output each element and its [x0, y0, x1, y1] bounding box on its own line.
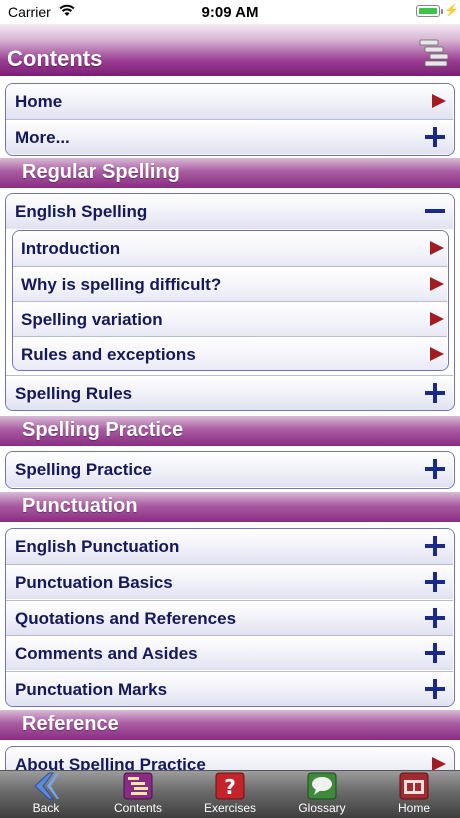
subrow-introduction[interactable]: Introduction	[13, 231, 447, 266]
arrow-right-icon	[432, 94, 446, 108]
plus-icon	[425, 679, 445, 699]
row-label: Punctuation Basics	[15, 573, 173, 592]
nav-header: Contents	[0, 24, 460, 76]
row-comments-asides[interactable]: Comments and Asides	[6, 635, 453, 670]
tab-back[interactable]: Back	[0, 771, 92, 818]
subrow-label: Spelling variation	[21, 310, 163, 329]
minus-icon	[425, 209, 445, 213]
plus-icon	[425, 383, 445, 403]
tab-label: Back	[32, 801, 60, 815]
charging-icon: ⚡	[444, 3, 459, 17]
subrow-why-difficult[interactable]: Why is spelling difficult?	[13, 266, 447, 301]
spelling-practice-group: Spelling Practice	[5, 451, 455, 489]
row-label: Quotations and References	[15, 609, 237, 628]
back-arrow-icon	[34, 772, 59, 800]
subrow-label: Introduction	[21, 239, 121, 258]
tab-label: Home	[397, 801, 430, 815]
english-spelling-subgroup: Introduction Why is spelling difficult? …	[12, 230, 449, 371]
tab-contents[interactable]: Contents	[92, 771, 184, 818]
row-quotations-references[interactable]: Quotations and References	[6, 600, 453, 635]
subrow-label: Why is spelling difficult?	[21, 275, 222, 294]
home-icon	[399, 772, 429, 800]
subrow-spelling-variation[interactable]: Spelling variation	[13, 301, 447, 336]
plus-icon	[425, 536, 445, 556]
section-title: Regular Spelling	[22, 161, 180, 183]
plus-icon	[425, 459, 445, 479]
subrow-label: Rules and exceptions	[21, 345, 196, 364]
section-header-punctuation: Punctuation	[0, 492, 460, 522]
glossary-icon	[307, 772, 337, 800]
row-label: Spelling Rules	[15, 384, 133, 403]
contents-icon	[123, 772, 153, 800]
page-title: Contents	[7, 46, 103, 71]
plus-icon	[425, 608, 445, 628]
arrow-right-icon	[430, 277, 444, 291]
plus-icon	[425, 127, 445, 147]
reference-group: About Spelling Practice	[5, 746, 455, 770]
arrow-right-icon	[430, 347, 444, 361]
menu-stack-icon[interactable]	[418, 38, 454, 72]
section-title: Punctuation	[22, 495, 138, 517]
row-label: Home	[15, 92, 63, 111]
row-label: About Spelling Practice	[15, 755, 206, 770]
plus-icon	[425, 572, 445, 592]
battery-tip	[441, 9, 443, 14]
status-bar: Carrier 9:09 AM ⚡	[0, 0, 460, 24]
svg-text:?: ?	[224, 775, 236, 799]
tab-exercises[interactable]: ? Exercises	[184, 771, 276, 818]
row-spelling-rules[interactable]: Spelling Rules	[6, 375, 453, 410]
tab-bar: Back Contents ? Exercises Glossary Home	[0, 770, 460, 818]
row-punctuation-basics[interactable]: Punctuation Basics	[6, 564, 453, 599]
section-title: Reference	[22, 713, 119, 735]
tab-glossary[interactable]: Glossary	[276, 771, 368, 818]
question-icon: ?	[215, 772, 245, 800]
row-punctuation-marks[interactable]: Punctuation Marks	[6, 671, 453, 706]
row-english-spelling[interactable]: English Spelling	[6, 194, 453, 229]
row-label: English Spelling	[15, 202, 148, 221]
battery-icon	[416, 5, 440, 17]
row-home[interactable]: Home	[6, 84, 453, 119]
section-header-reference: Reference	[0, 710, 460, 740]
row-spelling-practice[interactable]: Spelling Practice	[6, 452, 453, 487]
row-label: English Punctuation	[15, 537, 180, 556]
section-header-regular-spelling: Regular Spelling	[0, 158, 460, 188]
row-label: Comments and Asides	[15, 644, 198, 663]
punctuation-group: English Punctuation Punctuation Basics Q…	[5, 528, 455, 707]
arrow-right-icon	[432, 757, 446, 770]
row-about-spelling-practice[interactable]: About Spelling Practice	[6, 747, 453, 770]
tab-label: Glossary	[298, 801, 346, 815]
arrow-right-icon	[430, 312, 444, 326]
section-header-spelling-practice: Spelling Practice	[0, 416, 460, 446]
row-label: Spelling Practice	[15, 460, 152, 479]
tab-home[interactable]: Home	[368, 771, 460, 818]
arrow-right-icon	[430, 241, 444, 255]
row-english-punctuation[interactable]: English Punctuation	[6, 529, 453, 564]
row-more[interactable]: More...	[6, 119, 453, 154]
regular-spelling-group: English Spelling Introduction Why is spe…	[5, 193, 455, 411]
row-label: More...	[15, 128, 70, 147]
tab-label: Exercises	[203, 801, 256, 815]
top-group: Home More...	[5, 83, 455, 156]
subrow-rules-exceptions[interactable]: Rules and exceptions	[13, 336, 447, 370]
section-title: Spelling Practice	[22, 419, 184, 441]
row-label: Punctuation Marks	[15, 680, 168, 699]
contents-list[interactable]: Home More... Regular Spelling English Sp…	[0, 76, 460, 770]
tab-label: Contents	[113, 801, 163, 815]
plus-icon	[425, 643, 445, 663]
clock: 9:09 AM	[201, 4, 259, 21]
